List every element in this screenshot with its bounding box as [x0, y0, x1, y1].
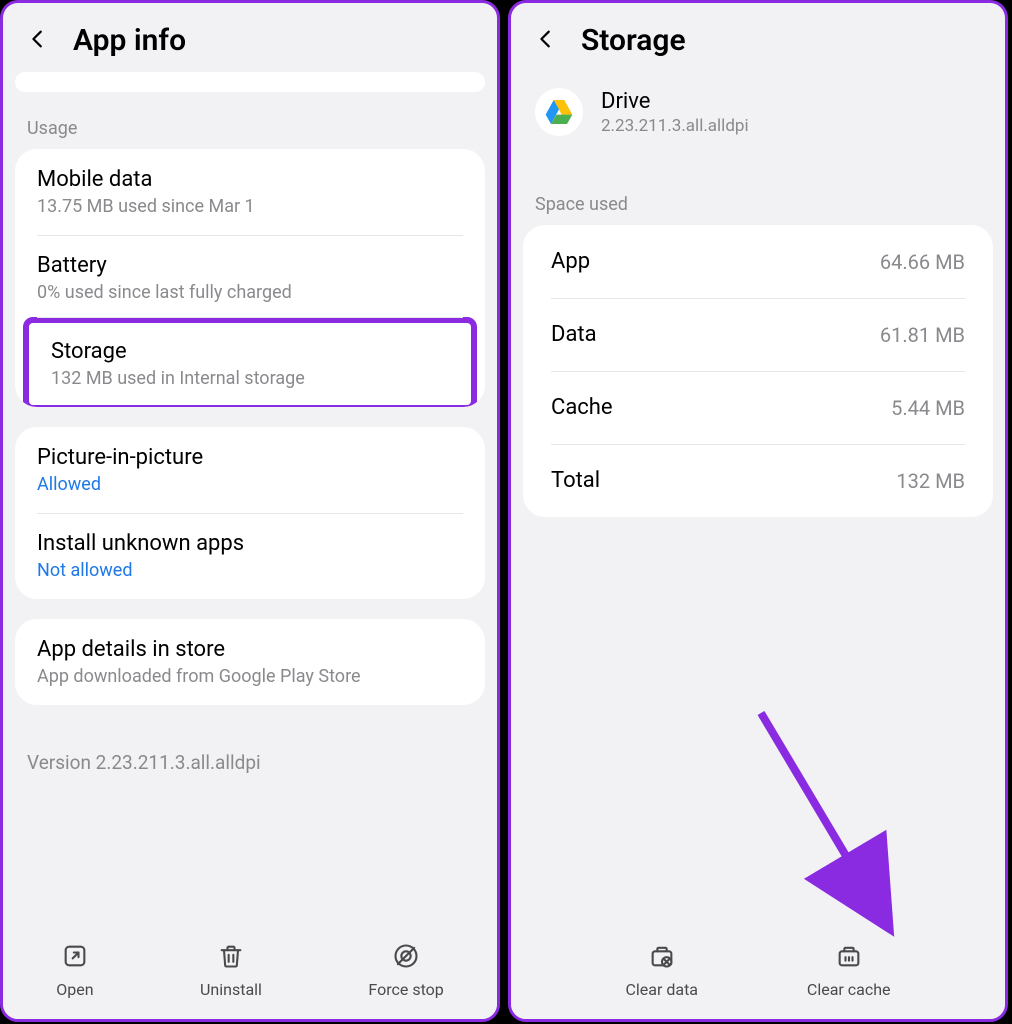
section-label-space: Space used — [511, 154, 1005, 225]
drive-app-icon — [535, 88, 583, 136]
button-label: Force stop — [368, 980, 443, 999]
header: Storage — [511, 3, 1005, 72]
back-icon[interactable] — [27, 28, 49, 54]
storage-row-container: Storage 132 MB used in Internal storage — [15, 317, 485, 407]
version-text: Version 2.23.211.3.all.alldpi — [3, 725, 497, 800]
app-name: Drive — [601, 89, 749, 114]
clear-data-icon — [648, 942, 676, 974]
button-label: Clear cache — [807, 980, 891, 999]
app-name-block: Drive 2.23.211.3.all.alldpi — [601, 89, 749, 136]
pip-row[interactable]: Picture-in-picture Allowed — [15, 427, 485, 513]
kv-value: 132 MB — [896, 469, 965, 493]
blank-card — [15, 72, 485, 92]
header: App info — [3, 3, 497, 72]
usage-card: Mobile data 13.75 MB used since Mar 1 Ba… — [15, 149, 485, 407]
row-title: Install unknown apps — [37, 531, 463, 556]
uninstall-button[interactable]: Uninstall — [200, 942, 262, 999]
row-sub: Not allowed — [37, 560, 463, 581]
app-info-screen: App info Usage Mobile data 13.75 MB used… — [0, 0, 500, 1022]
page-title: Storage — [581, 23, 686, 58]
clear-data-button[interactable]: Clear data — [625, 942, 698, 999]
total-size-row: Total 132 MB — [523, 444, 993, 517]
app-size-row: App 64.66 MB — [523, 225, 993, 298]
storage-row[interactable]: Storage 132 MB used in Internal storage — [23, 317, 477, 407]
kv-label: App — [551, 249, 590, 274]
kv-value: 5.44 MB — [891, 396, 965, 420]
row-sub: 132 MB used in Internal storage — [51, 368, 449, 389]
kv-value: 61.81 MB — [880, 323, 965, 347]
permissions-card: Picture-in-picture Allowed Install unkno… — [15, 427, 485, 599]
app-version: 2.23.211.3.all.alldpi — [601, 116, 749, 136]
clear-cache-button[interactable]: Clear cache — [807, 942, 891, 999]
store-card: App details in store App downloaded from… — [15, 619, 485, 705]
storage-breakdown-card: App 64.66 MB Data 61.81 MB Cache 5.44 MB… — [523, 225, 993, 517]
bottom-bar: Clear data Clear cache — [511, 928, 1005, 1019]
trash-icon — [217, 942, 245, 974]
row-sub: 13.75 MB used since Mar 1 — [37, 196, 463, 217]
row-title: Mobile data — [37, 167, 463, 192]
kv-label: Data — [551, 322, 597, 347]
section-label-usage: Usage — [3, 102, 497, 149]
row-title: App details in store — [37, 637, 463, 662]
force-stop-button[interactable]: Force stop — [368, 942, 443, 999]
row-title: Battery — [37, 253, 463, 278]
open-icon — [61, 942, 89, 974]
battery-row[interactable]: Battery 0% used since last fully charged — [15, 235, 485, 321]
unknown-apps-row[interactable]: Install unknown apps Not allowed — [15, 513, 485, 599]
storage-screen: Storage Drive 2.23.211.3.all.alldpi Spac… — [508, 0, 1008, 1022]
button-label: Clear data — [625, 980, 698, 999]
row-title: Storage — [51, 339, 449, 364]
bottom-bar: Open Uninstall Force stop — [3, 928, 497, 1019]
row-sub: Allowed — [37, 474, 463, 495]
clear-cache-icon — [835, 942, 863, 974]
kv-value: 64.66 MB — [880, 250, 965, 274]
app-header: Drive 2.23.211.3.all.alldpi — [511, 72, 1005, 154]
row-sub: App downloaded from Google Play Store — [37, 666, 463, 687]
open-button[interactable]: Open — [56, 942, 93, 999]
kv-label: Cache — [551, 395, 613, 420]
cache-size-row: Cache 5.44 MB — [523, 371, 993, 444]
kv-label: Total — [551, 468, 600, 493]
app-details-row[interactable]: App details in store App downloaded from… — [15, 619, 485, 705]
mobile-data-row[interactable]: Mobile data 13.75 MB used since Mar 1 — [15, 149, 485, 235]
row-sub: 0% used since last fully charged — [37, 282, 463, 303]
back-icon[interactable] — [535, 28, 557, 54]
page-title: App info — [73, 23, 186, 58]
button-label: Uninstall — [200, 980, 262, 999]
stop-icon — [392, 942, 420, 974]
button-label: Open — [56, 980, 93, 999]
row-title: Picture-in-picture — [37, 445, 463, 470]
data-size-row: Data 61.81 MB — [523, 298, 993, 371]
